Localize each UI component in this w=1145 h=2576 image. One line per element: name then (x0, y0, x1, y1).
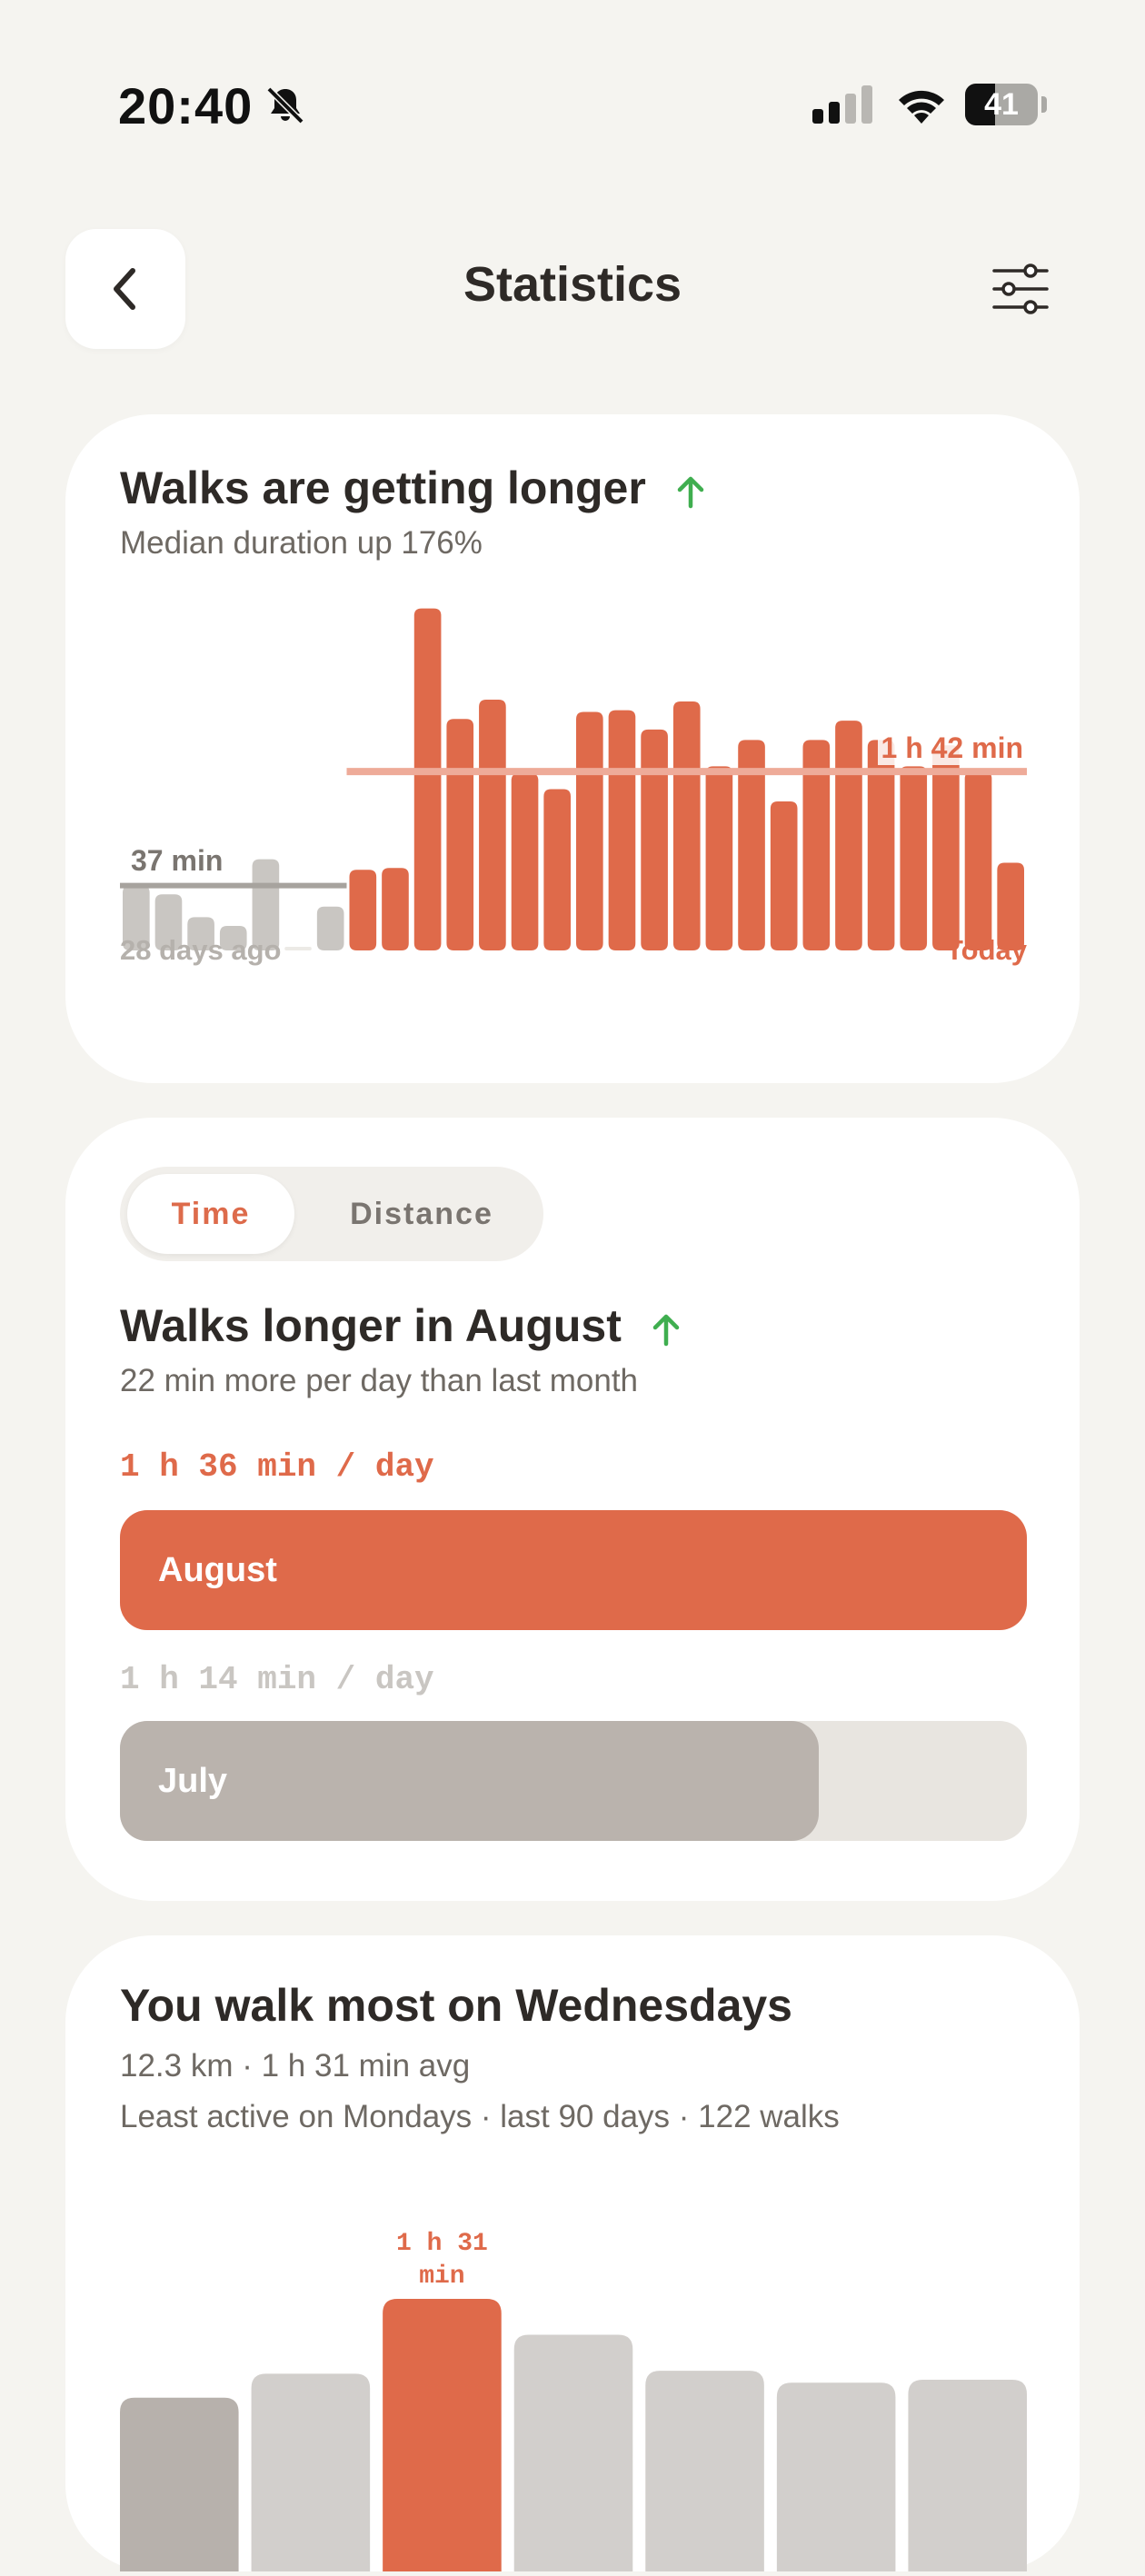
weekday-bar (776, 2382, 896, 2576)
weekday-card-line1: 12.3 km · 1 h 31 min avg (120, 2048, 471, 2084)
tab-distance[interactable]: Distance (311, 1174, 533, 1254)
current-period-bar (413, 608, 442, 950)
current-period-bar (576, 711, 603, 950)
current-period-bar (446, 719, 474, 950)
trend-up-icon (652, 1314, 680, 1347)
current-period-bar (349, 870, 377, 950)
sliders-icon[interactable] (989, 262, 1052, 316)
previous-period-bar (284, 947, 312, 950)
previous-median-label: 37 min (127, 843, 227, 878)
month-compare-card: Time Distance Walks longer in August 22 … (65, 1118, 1080, 1901)
battery-indicator: 41 (965, 84, 1047, 125)
weekday-card-line2: Least active on Mondays · last 90 days ·… (120, 2099, 840, 2134)
duration-chart: 37 min 1 h 42 min 28 days ago Today (120, 596, 1027, 978)
start-date-label: 28 days ago (120, 934, 282, 966)
compare-card-subtitle: 22 min more per day than last month (120, 1363, 639, 1398)
tab-time[interactable]: Time (127, 1174, 294, 1254)
current-period-bar (932, 745, 960, 950)
current-period-bar (672, 701, 701, 950)
weekday-chart: 1 h 31 min (120, 2144, 1027, 2576)
duration-card-subtitle: Median duration up 176% (120, 525, 483, 561)
current-period-bar (900, 766, 928, 950)
august-value: 1 h 36 min / day (120, 1448, 434, 1486)
current-period-bar (511, 773, 539, 950)
trend-up-icon (677, 476, 703, 509)
july-bar-track: July (120, 1721, 1027, 1841)
current-period-bar (382, 868, 409, 950)
august-bar-track: August (120, 1510, 1027, 1630)
end-date-label: Today (946, 934, 1027, 966)
weekday-bar (513, 2334, 633, 2576)
weekday-card-title: You walk most on Wednesdays (120, 1980, 792, 2031)
weekday-card[interactable]: You walk most on Wednesdays 12.3 km · 1 … (65, 1935, 1080, 2576)
current-period-bar (964, 771, 992, 950)
july-value: 1 h 14 min / day (120, 1661, 434, 1698)
july-bar-label: July (158, 1762, 228, 1800)
weekday-bar (645, 2371, 764, 2576)
current-period-bar (705, 766, 733, 950)
status-time: 20:40 (118, 77, 254, 134)
metric-toggle[interactable]: Time Distance (120, 1167, 543, 1261)
cellular-signal-icon (812, 85, 872, 124)
current-median-label: 1 h 42 min (877, 731, 1027, 766)
duration-trend-card[interactable]: Walks are getting longer Median duration… (65, 414, 1080, 1083)
weekday-bar (120, 2397, 239, 2576)
current-period-bar (770, 801, 798, 950)
wifi-icon (899, 90, 944, 124)
compare-card-title: Walks longer in August (120, 1299, 682, 1352)
current-period-bar (479, 700, 506, 950)
duration-card-title: Walks are getting longer (120, 462, 706, 514)
previous-period-bar (316, 906, 344, 950)
current-period-bar (641, 729, 668, 950)
peak-value-label: 1 h 31 (396, 2230, 488, 2258)
weekday-bar (908, 2380, 1027, 2576)
page-title: Statistics (463, 257, 682, 312)
weekday-bar (383, 2299, 502, 2576)
current-period-bar (543, 789, 571, 950)
current-period-bar (608, 710, 636, 950)
weekday-chart-svg: 1 h 31 min (120, 2230, 1027, 2576)
duration-chart-svg (120, 608, 1027, 950)
bell-slash-icon (266, 86, 304, 124)
battery-level-text: 41 (984, 87, 1019, 122)
peak-value-label: min (419, 2263, 464, 2291)
weekday-bar (251, 2373, 371, 2576)
august-bar-label: August (158, 1551, 277, 1589)
current-period-bar (835, 721, 862, 950)
